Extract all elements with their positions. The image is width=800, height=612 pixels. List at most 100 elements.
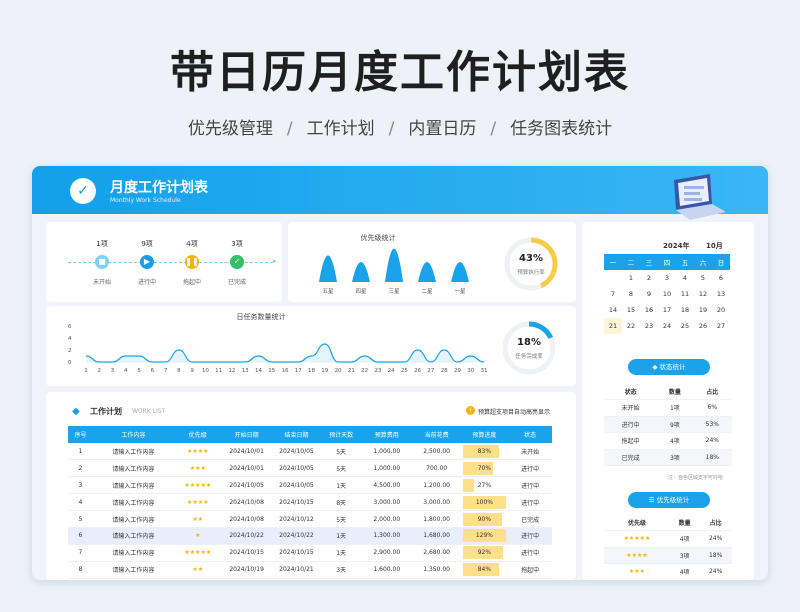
poster-title: 带日历月度工作计划表 [170, 47, 630, 98]
table-row[interactable]: 6 请输入工作内容 ★ 2024/10/22 2024/10/22 1天 1,300.00 1… [68, 527, 552, 545]
stat-row: ★★★ 4项 24% [604, 563, 732, 580]
calendar-day[interactable]: 8 [622, 286, 640, 302]
worklist-panel: ◆ 工作计划 WORK LIST ! 预算超支项目自动高亮显示 序号 工作内容 优先… [46, 392, 576, 580]
table-cell: 2024/10/15 [271, 544, 322, 562]
calendar-day[interactable]: 1 [622, 270, 640, 286]
stat-cell: 拖起中 [604, 432, 658, 450]
column-header[interactable]: 当前花费 [412, 426, 461, 443]
stat-cell: ★★★★ [604, 547, 670, 564]
stat-cell: 24% [699, 530, 732, 548]
calendar-day[interactable]: 15 [622, 302, 640, 318]
table-cell[interactable]: 请输入工作内容 [92, 561, 174, 579]
calendar-day[interactable]: 10 [658, 286, 676, 302]
calendar-day[interactable]: 9 [640, 286, 658, 302]
calendar-day[interactable]: 2 [640, 270, 658, 286]
table-cell[interactable]: 请输入工作内容 [92, 527, 174, 545]
calendar-day[interactable]: 25 [676, 318, 694, 334]
calendar-day[interactable]: 21 [604, 318, 622, 334]
calendar-day[interactable]: 12 [694, 286, 712, 302]
calendar-day[interactable]: 14 [604, 302, 622, 318]
table-cell[interactable]: 请输入工作内容 [92, 544, 174, 562]
x-tick-label: 26 [414, 368, 421, 374]
table-row[interactable]: 5 请输入工作内容 ★★ 2024/10/08 2024/10/12 5天 2,000.00… [68, 510, 552, 528]
stat-cell: 4项 [669, 530, 700, 548]
table-row[interactable]: 3 请输入工作内容 ★★★★★ 2024/10/05 2024/10/05 1天 4,500… [68, 476, 552, 495]
table-row[interactable]: 2 请输入工作内容 ★★★ 2024/10/01 2024/10/05 5天 1,000.0… [68, 459, 552, 478]
stat-row: 已完成 3项 18% [604, 449, 732, 466]
table-row[interactable]: 7 请输入工作内容 ★★★★★ 2024/10/15 2024/10/15 1天 2,900… [68, 544, 552, 562]
calendar-day[interactable]: 7 [604, 286, 622, 302]
table-cell: 3天 [321, 561, 361, 579]
calendar-day[interactable]: 20 [712, 302, 730, 318]
stat-header: 占比 [699, 514, 732, 531]
x-tick-label: 15 [268, 368, 275, 374]
status-stats-pill: ◆ 状态统计 [628, 359, 710, 375]
calendar-day[interactable]: 4 [676, 270, 694, 286]
table-row[interactable]: 1 请输入工作内容 ★★★★ 2024/10/01 2024/10/05 5天 1,000.… [68, 443, 552, 461]
calendar-day[interactable]: 24 [658, 318, 676, 334]
calendar-day[interactable]: 13 [712, 286, 730, 302]
priority-spike [385, 248, 403, 282]
column-header[interactable]: 结束日期 [271, 426, 322, 443]
list-icon: ☰ [648, 496, 657, 504]
table-cell: 1,300.00 [360, 527, 413, 545]
x-tick-label: 23 [374, 368, 381, 374]
stat-cell: 未开始 [604, 399, 658, 417]
stat-header: 状态 [604, 383, 658, 400]
column-header[interactable]: 优先级 [173, 426, 222, 443]
column-header[interactable]: 序号 [68, 426, 93, 443]
x-tick-label: 22 [361, 368, 368, 374]
x-tick-label: 1 [84, 368, 88, 374]
x-tick-label: 13 [242, 368, 249, 374]
table-cell[interactable]: 请输入工作内容 [92, 459, 174, 478]
calendar-day[interactable]: 26 [694, 318, 712, 334]
weekday-header: 日 [712, 254, 730, 270]
calendar-day[interactable]: 23 [640, 318, 658, 334]
calendar-day[interactable]: 27 [712, 318, 730, 334]
table-row[interactable]: 4 请输入工作内容 ★★★★ 2024/10/08 2024/10/15 8天 3,000.… [68, 493, 552, 512]
status-stats-table: 状态 数量 占比 未开始 1项 6% 进行中 9项 53% 拖起中 4项 24% 已完成 3项 18% [604, 383, 732, 466]
table-cell: 70% [460, 459, 509, 478]
calendar-day[interactable]: 17 [658, 302, 676, 318]
calendar-day[interactable]: 5 [694, 270, 712, 286]
stat-cell: 24% [692, 432, 732, 450]
table-cell: 2024/10/21 [271, 561, 322, 579]
column-header[interactable]: 预算进度 [460, 426, 509, 443]
play-icon: ▶ [140, 255, 154, 269]
arrow-icon: ▸ [273, 257, 277, 265]
priority-category-label: 四星 [355, 288, 367, 295]
column-header[interactable]: 状态 [508, 426, 552, 443]
x-tick-label: 6 [151, 368, 155, 374]
table-cell[interactable]: 请输入工作内容 [92, 493, 174, 512]
status-stats-title: 状态统计 [659, 363, 686, 371]
table-cell: 4,500.00 [360, 476, 413, 495]
calendar-day[interactable]: 18 [676, 302, 694, 318]
column-header[interactable]: 预计天数 [321, 426, 361, 443]
table-cell: 2024/10/05 [271, 476, 322, 495]
table-cell[interactable]: 请输入工作内容 [92, 443, 174, 461]
table-cell[interactable]: 请输入工作内容 [92, 510, 174, 528]
column-header[interactable]: 工作内容 [92, 426, 174, 443]
calendar-day[interactable]: 3 [658, 270, 676, 286]
column-header[interactable]: 开始日期 [221, 426, 272, 443]
table-cell: 700.00 [412, 459, 461, 478]
stat-cell: 4项 [669, 563, 700, 580]
calendar-day[interactable]: 22 [622, 318, 640, 334]
calendar-day[interactable]: 19 [694, 302, 712, 318]
table-cell: 2024/10/12 [271, 510, 322, 528]
table-cell: 7 [68, 544, 93, 562]
priority-stats-table: 优先级 数量 占比 ★★★★★ 4项 24% ★★★★ 3项 18% ★★★ 4项 24% [604, 514, 732, 580]
table-cell: 进行中 [508, 476, 552, 495]
column-header[interactable]: 预算费用 [360, 426, 413, 443]
table-cell: 5天 [321, 443, 361, 461]
calendar-day[interactable]: 16 [640, 302, 658, 318]
x-tick-label: 17 [295, 368, 302, 374]
calendar-day[interactable]: 11 [676, 286, 694, 302]
calendar-day[interactable]: 6 [712, 270, 730, 286]
stat-cell: 1项 [657, 399, 693, 417]
worklist-note: 预算超支项目自动高亮显示 [478, 409, 551, 416]
priority-stars: ★★★★ [187, 447, 209, 455]
table-row[interactable]: 8 请输入工作内容 ★★ 2024/10/19 2024/10/21 3天 1,600.00… [68, 561, 552, 579]
table-cell[interactable]: 请输入工作内容 [92, 476, 174, 495]
table-cell: 4 [68, 493, 93, 512]
